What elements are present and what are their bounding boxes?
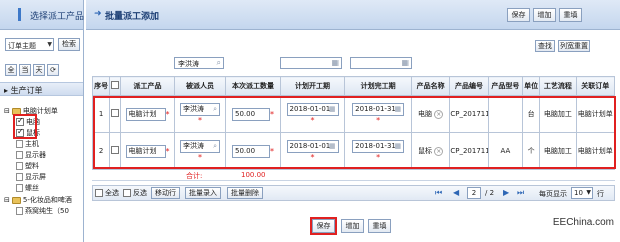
- reset-button[interactable]: 重填: [368, 219, 391, 233]
- select-all-toggle[interactable]: 全选: [95, 188, 119, 198]
- tree-root-label: 生产订单: [10, 86, 43, 95]
- chevron-down-icon: ▼: [586, 189, 591, 196]
- total-value: 100.00: [241, 171, 266, 179]
- col-person[interactable]: 被派人员: [173, 76, 227, 96]
- select-all-label: 全选: [105, 189, 119, 197]
- last-page-icon[interactable]: ⏭: [517, 188, 524, 198]
- batch-delete-button[interactable]: 批量删除: [227, 187, 263, 199]
- save-button-top[interactable]: 保存: [507, 8, 530, 22]
- file-icon: [16, 140, 23, 148]
- header-checkbox[interactable]: [111, 81, 120, 89]
- order-topic-select[interactable]: 订单主题 ▼: [5, 38, 54, 51]
- highlight-rows: [93, 96, 616, 169]
- move-row-button[interactable]: 移动行: [151, 187, 180, 199]
- tree-item-label: 燕窝纯生（50: [25, 207, 69, 215]
- tree-item-screen[interactable]: 显示屏: [16, 172, 46, 182]
- add-button[interactable]: 增加: [341, 219, 364, 233]
- search-icon[interactable]: ⌕: [217, 58, 221, 68]
- left-panel-title: 选择派工产品: [30, 12, 85, 22]
- invert-toggle[interactable]: 反选: [123, 188, 147, 198]
- highlight-save: [310, 217, 337, 235]
- next-page-icon[interactable]: ▶: [503, 188, 509, 197]
- col-product[interactable]: 派工产品: [120, 76, 175, 96]
- col-select-all[interactable]: [109, 76, 122, 96]
- per-page-value: 10: [574, 189, 583, 197]
- tree-item-label: 显示器: [25, 151, 46, 159]
- file-icon: [16, 162, 23, 170]
- col-order[interactable]: 关联订单: [575, 76, 616, 96]
- batch-input-button[interactable]: 批量录入: [185, 187, 221, 199]
- filter-current-button[interactable]: 当: [19, 64, 31, 76]
- file-icon: [16, 207, 23, 215]
- table-header: 序号 派工产品 被派人员 本次派工数量 计划开工期 计划完工期 产品名称 产品编…: [91, 76, 616, 96]
- tree-item-label: 塑料: [25, 162, 39, 170]
- col-qty[interactable]: 本次派工数量: [225, 76, 281, 96]
- filter-day-button[interactable]: 天: [33, 64, 45, 76]
- batch-dispatch-panel: ➜ 批量派工添加 保存 增加 重填 李洪涛 ⌕ ▦ ▦ 查找 列宽重置 序号 派…: [86, 0, 620, 242]
- chevron-down-icon: ▼: [47, 41, 52, 48]
- start-date-filter[interactable]: ▦: [280, 57, 342, 69]
- product-selector-panel: 选择派工产品 订单主题 ▼ 检索 全 当 天 ⟳ ▸ 生产订单 ⊟ 电脑计划单 …: [0, 0, 84, 242]
- left-panel-header: 选择派工产品: [0, 0, 85, 30]
- invert-label: 反选: [133, 189, 147, 197]
- col-model[interactable]: 产品型号: [487, 76, 524, 96]
- select-all-checkbox[interactable]: [95, 189, 103, 197]
- invert-checkbox[interactable]: [123, 189, 131, 197]
- tree-node-label: 5-化妆品和啤酒: [22, 196, 72, 204]
- col-start[interactable]: 计划开工期: [279, 76, 346, 96]
- col-unit[interactable]: 单位: [522, 76, 541, 96]
- first-page-icon[interactable]: ⏮: [435, 188, 442, 198]
- person-filter-input[interactable]: 李洪涛 ⌕: [174, 57, 224, 69]
- refresh-button[interactable]: ⟳: [47, 64, 59, 76]
- file-icon: [16, 151, 23, 159]
- total-label: 合计:: [186, 172, 203, 180]
- tree-item-plastic[interactable]: 塑料: [16, 161, 39, 171]
- col-name[interactable]: 产品名称: [410, 76, 451, 96]
- prev-page-icon[interactable]: ◀: [453, 188, 459, 197]
- calendar-icon[interactable]: ▦: [401, 58, 409, 67]
- tree-item-beer[interactable]: 燕窝纯生（50: [16, 206, 69, 216]
- filter-mini-buttons: 全 当 天 ⟳: [5, 64, 59, 76]
- end-date-filter[interactable]: ▦: [350, 57, 412, 69]
- main-panel-header: ➜ 批量派工添加 保存 增加 重填: [86, 0, 620, 30]
- filter-all-button[interactable]: 全: [5, 64, 17, 76]
- col-end[interactable]: 计划完工期: [344, 76, 412, 96]
- bottom-toolbar: 全选 反选 移动行 批量录入 批量删除 ⏮ ◀ 2 / 2 ▶ ⏭ 每页显示 1…: [92, 185, 615, 201]
- col-seq[interactable]: 序号: [91, 76, 111, 96]
- reset-column-width-button[interactable]: 列宽重置: [558, 40, 590, 52]
- search-button[interactable]: 检索: [58, 38, 80, 51]
- file-icon: [16, 173, 23, 181]
- person-filter-value: 李洪涛: [178, 60, 199, 68]
- col-process[interactable]: 工艺流程: [539, 76, 577, 96]
- tree-item-label: 螺丝: [25, 184, 39, 192]
- tree-item-screw[interactable]: 螺丝: [16, 183, 39, 193]
- tree-root-production-order[interactable]: ▸ 生产订单: [0, 82, 83, 96]
- per-page-label: 每页显示: [539, 190, 567, 198]
- arrow-right-icon: ➜: [94, 9, 102, 19]
- file-icon: [16, 184, 23, 192]
- tree-item-host[interactable]: 主机: [16, 139, 39, 149]
- reset-button-top[interactable]: 重填: [559, 8, 582, 22]
- per-page-unit: 行: [597, 190, 604, 198]
- calendar-icon[interactable]: ▦: [331, 58, 339, 67]
- main-panel-title: 批量派工添加: [105, 12, 160, 22]
- page-total: / 2: [485, 189, 495, 197]
- tree-item-label: 显示屏: [25, 173, 46, 181]
- add-button-top[interactable]: 增加: [533, 8, 556, 22]
- watermark-text: EEChina.com: [552, 217, 614, 228]
- col-code[interactable]: 产品编号: [449, 76, 489, 96]
- highlight-selected-items: [13, 114, 37, 139]
- tree-item-monitor[interactable]: 显示器: [16, 150, 46, 160]
- expand-icon[interactable]: ⊟: [4, 107, 10, 115]
- find-button[interactable]: 查找: [535, 40, 555, 52]
- header-accent-bar: [18, 8, 21, 21]
- folder-icon: [11, 196, 21, 204]
- expand-icon[interactable]: ⊟: [4, 196, 10, 204]
- per-page-select[interactable]: 10 ▼: [571, 187, 593, 199]
- page-input[interactable]: 2: [467, 187, 481, 199]
- tree-item-label: 主机: [25, 140, 39, 148]
- total-row: 合计: 100.00: [92, 170, 615, 181]
- order-topic-select-value: 订单主题: [8, 42, 36, 50]
- tree-node-cosmetics-beer[interactable]: ⊟ 5-化妆品和啤酒: [4, 195, 72, 205]
